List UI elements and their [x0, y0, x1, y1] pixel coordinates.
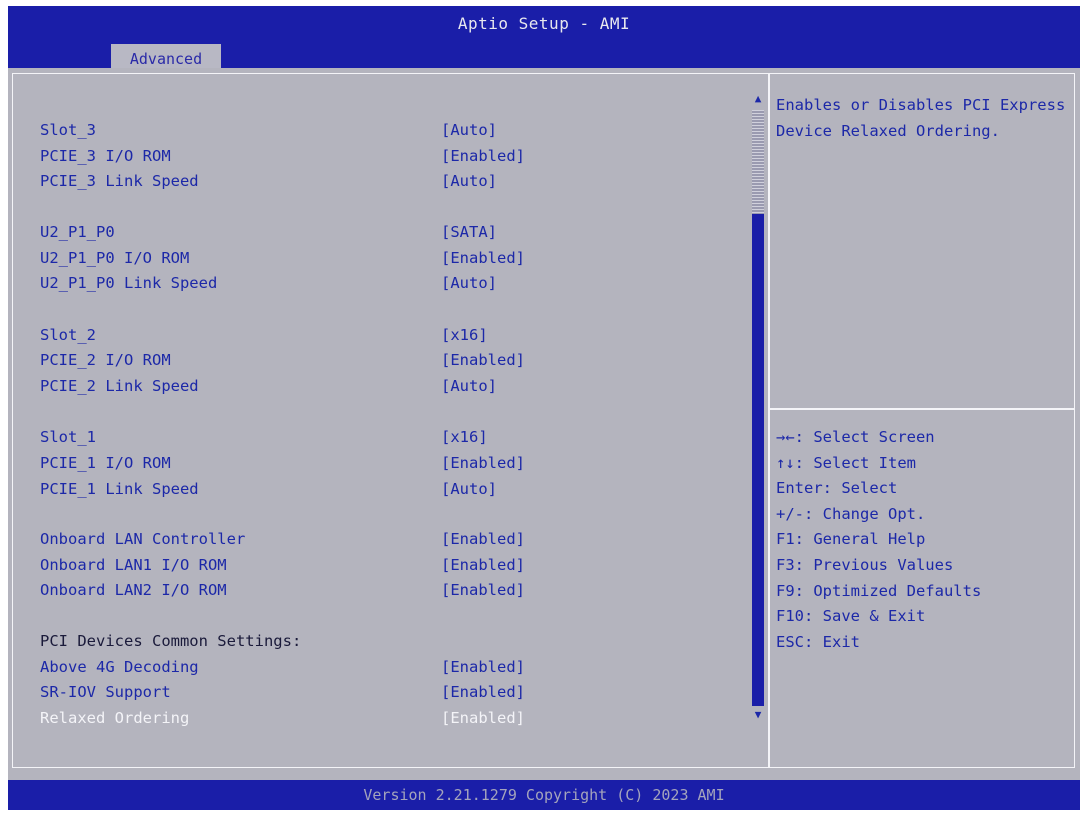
- setting-value-onboard-lan-controller[interactable]: [Enabled]: [441, 529, 525, 549]
- key-enter-select: Enter: Select: [776, 479, 898, 498]
- setting-value-sr-iov-support[interactable]: [Enabled]: [441, 682, 525, 702]
- setting-value-slot-2[interactable]: [x16]: [441, 325, 488, 345]
- setting-label-slot-1[interactable]: Slot_1: [40, 427, 96, 447]
- setting-value-u2-p1-p0-io-rom[interactable]: [Enabled]: [441, 248, 525, 268]
- setting-label-relaxed-ordering[interactable]: Relaxed Ordering: [40, 708, 189, 728]
- setting-value-pcie1-io-rom[interactable]: [Enabled]: [441, 453, 525, 473]
- setting-label-u2-p1-p0-io-rom[interactable]: U2_P1_P0 I/O ROM: [40, 248, 189, 268]
- key-optimized-defaults: F9: Optimized Defaults: [776, 581, 982, 600]
- app-title: Aptio Setup - AMI: [457, 14, 631, 33]
- scroll-up-arrow-icon[interactable]: ▲: [751, 92, 765, 108]
- setting-label-onboard-lan2-io-rom[interactable]: Onboard LAN2 I/O ROM: [40, 580, 227, 600]
- key-esc-exit: ESC: Exit: [776, 632, 860, 651]
- setting-value-u2-p1-p0-link-speed[interactable]: [Auto]: [441, 273, 497, 293]
- setting-label-onboard-lan1-io-rom[interactable]: Onboard LAN1 I/O ROM: [40, 555, 227, 575]
- setting-value-onboard-lan1-io-rom[interactable]: [Enabled]: [441, 555, 525, 575]
- horizontal-divider: [770, 408, 1075, 410]
- setting-value-u2-p1-p0[interactable]: [SATA]: [441, 222, 497, 242]
- setting-value-pcie3-io-rom[interactable]: [Enabled]: [441, 146, 525, 166]
- setting-label-sr-iov-support[interactable]: SR-IOV Support: [40, 682, 171, 702]
- setting-label-pcie3-link-speed[interactable]: PCIE_3 Link Speed: [40, 171, 199, 191]
- setting-value-relaxed-ordering[interactable]: [Enabled]: [441, 708, 525, 728]
- section-header-pci-common: PCI Devices Common Settings:: [40, 632, 302, 650]
- key-select-screen: →←: Select Screen: [776, 428, 935, 446]
- setting-label-pcie1-link-speed[interactable]: PCIE_1 Link Speed: [40, 479, 199, 499]
- setting-value-pcie2-io-rom[interactable]: [Enabled]: [441, 350, 525, 370]
- setting-label-u2-p1-p0[interactable]: U2_P1_P0: [40, 222, 115, 242]
- setting-label-pcie2-link-speed[interactable]: PCIE_2 Link Speed: [40, 376, 199, 396]
- setting-value-pcie2-link-speed[interactable]: [Auto]: [441, 376, 497, 396]
- key-general-help: F1: General Help: [776, 530, 926, 549]
- setting-value-slot-3[interactable]: [Auto]: [441, 120, 497, 140]
- setting-value-above-4g-decoding[interactable]: [Enabled]: [441, 657, 525, 677]
- setting-value-pcie3-link-speed[interactable]: [Auto]: [441, 171, 497, 191]
- scrollbar-track[interactable]: [752, 110, 764, 214]
- setting-value-pcie1-link-speed[interactable]: [Auto]: [441, 479, 497, 499]
- help-text: Enables or Disables PCI Express Device R…: [776, 96, 1066, 140]
- scroll-down-arrow-icon[interactable]: ▼: [751, 708, 765, 724]
- key-select-item: ↑↓: Select Item: [776, 453, 916, 472]
- setting-label-slot-3[interactable]: Slot_3: [40, 120, 96, 140]
- setting-label-u2-p1-p0-link-speed[interactable]: U2_P1_P0 Link Speed: [40, 273, 217, 293]
- setting-label-pcie2-io-rom[interactable]: PCIE_2 I/O ROM: [40, 350, 171, 370]
- key-change-opt: +/-: Change Opt.: [776, 504, 926, 523]
- title-bar: Aptio Setup - AMI Advanced: [8, 6, 1080, 74]
- key-legend: →←: Select Screen ↑↓: Select Item Enter:…: [776, 425, 1071, 655]
- setting-label-onboard-lan-controller[interactable]: Onboard LAN Controller: [40, 529, 245, 549]
- setting-value-onboard-lan2-io-rom[interactable]: [Enabled]: [441, 580, 525, 600]
- setting-label-slot-2[interactable]: Slot_2: [40, 325, 96, 345]
- setting-label-above-4g-decoding[interactable]: Above 4G Decoding: [40, 657, 199, 677]
- setting-label-pcie3-io-rom[interactable]: PCIE_3 I/O ROM: [40, 146, 171, 166]
- key-save-exit: F10: Save & Exit: [776, 607, 926, 626]
- key-previous-values: F3: Previous Values: [776, 555, 954, 574]
- scrollbar-thumb[interactable]: [752, 214, 764, 706]
- vertical-divider: [768, 73, 770, 768]
- setting-value-slot-1[interactable]: [x16]: [441, 427, 488, 447]
- footer-version: Version 2.21.1279 Copyright (C) 2023 AMI: [8, 780, 1080, 810]
- setting-label-pcie1-io-rom[interactable]: PCIE_1 I/O ROM: [40, 453, 171, 473]
